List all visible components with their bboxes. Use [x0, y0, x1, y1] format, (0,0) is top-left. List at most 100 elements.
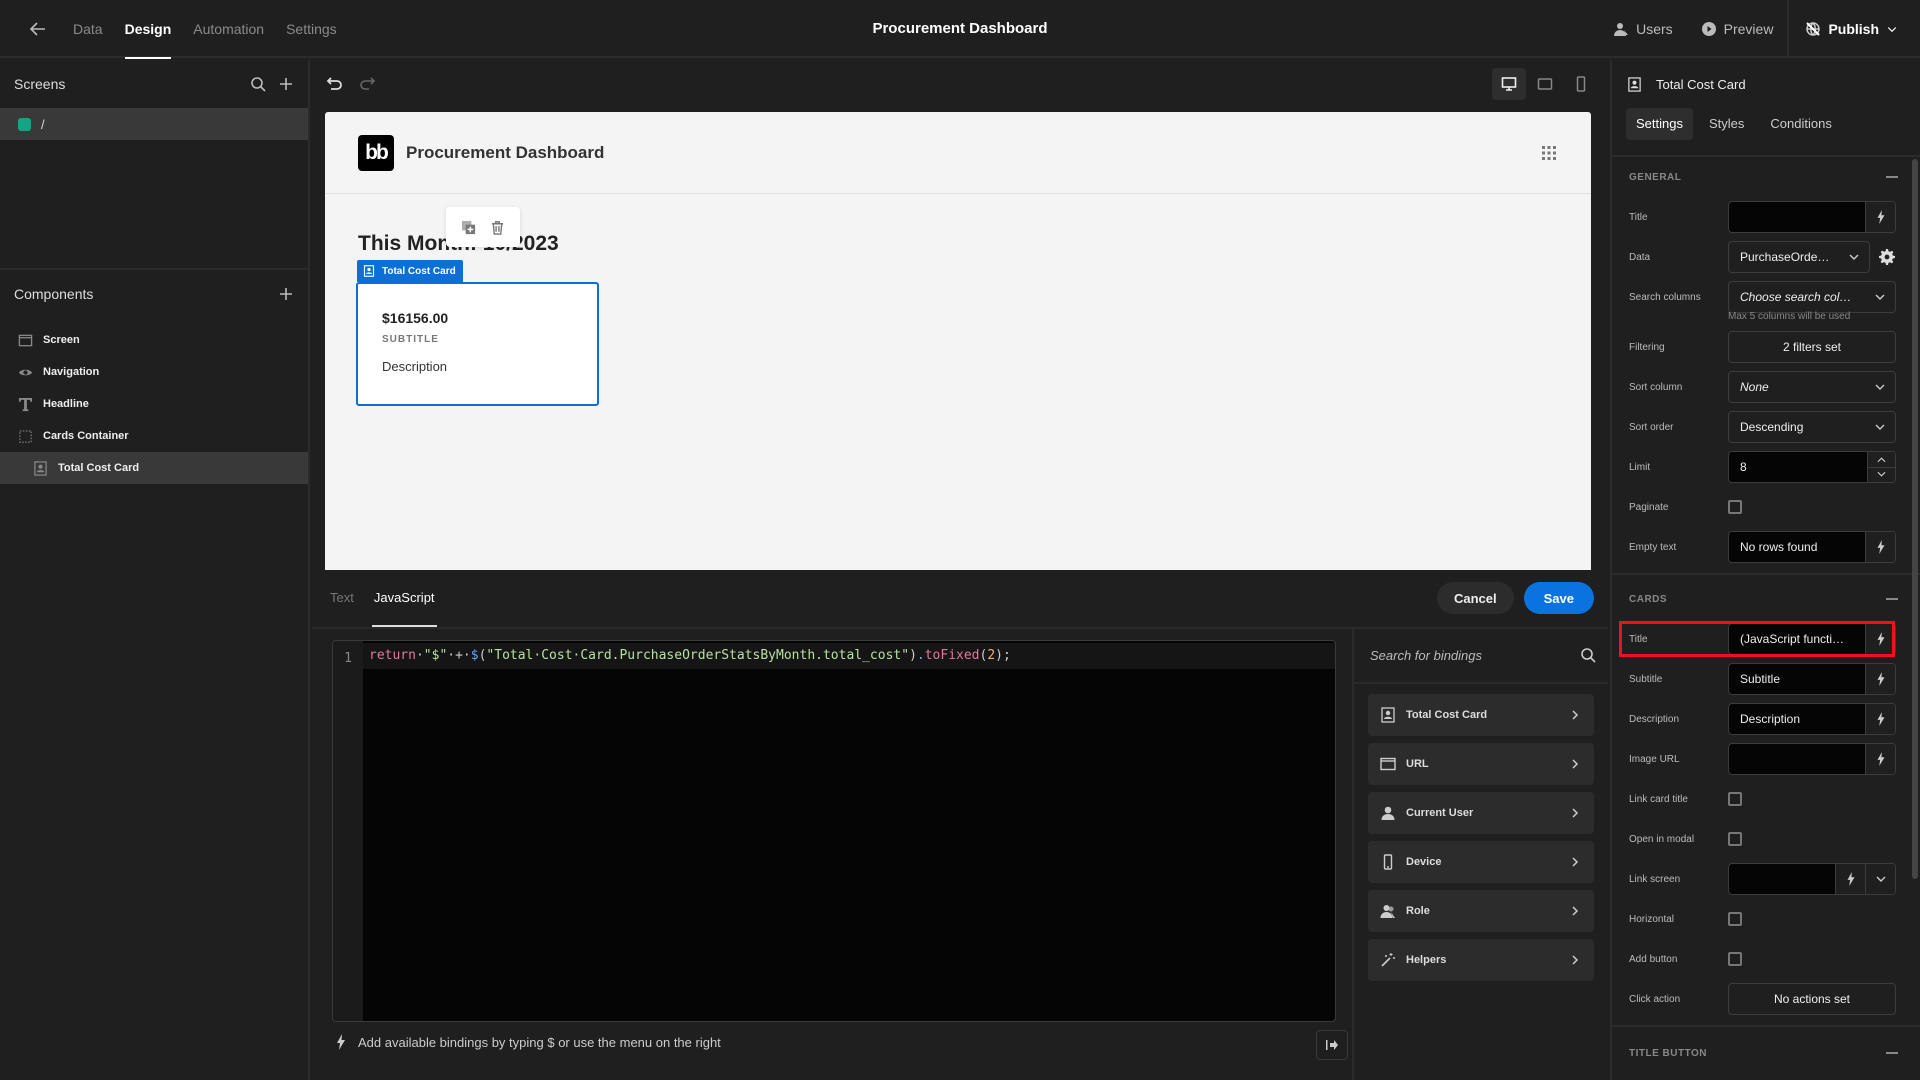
tab-design[interactable]: Design — [114, 0, 183, 59]
binding-category-helpers[interactable]: Helpers — [1368, 939, 1594, 981]
general-section-header[interactable]: GENERAL — [1612, 157, 1920, 197]
tab-styles[interactable]: Styles — [1699, 108, 1754, 140]
paginate-checkbox[interactable] — [1728, 500, 1742, 514]
users-button[interactable]: Users — [1599, 21, 1687, 37]
scrollbar[interactable] — [1912, 159, 1918, 879]
open-in-modal-checkbox[interactable] — [1728, 832, 1742, 846]
field-label: Add button — [1629, 953, 1678, 965]
cards-section-header[interactable]: CARDS — [1612, 579, 1920, 619]
sort-column-select[interactable]: None — [1728, 371, 1896, 403]
card-title-input[interactable]: (JavaScript functi… — [1728, 623, 1896, 655]
undo-icon[interactable] — [326, 75, 344, 93]
add-button-checkbox[interactable] — [1728, 952, 1742, 966]
code-editor[interactable]: 1 return·"$"·+·$("Total·Cost·Card.Purcha… — [332, 640, 1336, 1022]
total-cost-card[interactable]: $16156.00 SUBTITLE Description — [356, 282, 599, 406]
collapse-icon[interactable] — [1886, 598, 1898, 600]
binding-category-current-user[interactable]: Current User — [1368, 792, 1594, 834]
binding-category-device[interactable]: Device — [1368, 841, 1594, 883]
limit-stepper[interactable] — [1867, 452, 1895, 482]
search-icon[interactable] — [250, 76, 266, 92]
data-select[interactable]: PurchaseOrde… — [1728, 241, 1870, 273]
lightning-icon — [1877, 712, 1884, 726]
duplicate-icon[interactable] — [461, 220, 476, 235]
component-headline[interactable]: Headline — [0, 388, 308, 420]
field-label: Data — [1629, 251, 1651, 263]
setting-card-description: Description Description — [1612, 699, 1920, 739]
binding-button[interactable] — [1865, 624, 1895, 654]
screens-heading: Screens — [14, 76, 66, 92]
empty-text-input[interactable]: No rows found — [1728, 531, 1896, 563]
add-screen-icon[interactable] — [278, 76, 294, 92]
binding-button[interactable] — [1865, 704, 1895, 734]
chevron-right-icon — [1572, 955, 1579, 965]
preview-button[interactable]: Preview — [1687, 21, 1788, 37]
title-input[interactable] — [1728, 201, 1896, 233]
bindings-search-input[interactable] — [1370, 647, 1560, 663]
collapse-icon[interactable] — [1886, 176, 1898, 178]
screen-item[interactable]: / — [0, 108, 308, 140]
filtering-button[interactable]: 2 filters set — [1728, 331, 1896, 363]
mobile-view-button[interactable] — [1564, 68, 1598, 100]
tab-settings-panel[interactable]: Settings — [1626, 108, 1693, 140]
increment-button[interactable] — [1868, 452, 1895, 467]
lightning-icon — [1877, 540, 1884, 554]
cancel-button[interactable]: Cancel — [1436, 582, 1514, 614]
sort-order-select[interactable]: Descending — [1728, 411, 1896, 443]
tablet-icon — [1537, 78, 1553, 90]
field-placeholder: Choose search col… — [1740, 290, 1852, 304]
gear-icon[interactable] — [1879, 249, 1895, 265]
tablet-view-button[interactable] — [1528, 68, 1562, 100]
code-token: ·+· — [447, 648, 471, 663]
component-total-cost-card[interactable]: Total Cost Card — [0, 452, 308, 484]
click-action-button[interactable]: No actions set — [1728, 983, 1896, 1015]
binding-button[interactable] — [1865, 202, 1895, 232]
component-cards-container[interactable]: Cards Container — [0, 420, 308, 452]
back-arrow-icon[interactable] — [28, 19, 48, 39]
binding-button[interactable] — [1865, 532, 1895, 562]
card-subtitle-input[interactable]: Subtitle — [1728, 663, 1896, 695]
title-button-section-header[interactable]: TITLE BUTTON — [1612, 1027, 1920, 1059]
horizontal-checkbox[interactable] — [1728, 912, 1742, 926]
publish-button[interactable]: Publish — [1787, 0, 1920, 58]
redo-icon[interactable] — [358, 75, 376, 93]
browser-icon — [1380, 757, 1396, 771]
code-token: . — [916, 648, 925, 663]
binding-category-total-cost-card[interactable]: Total Cost Card — [1368, 694, 1594, 736]
components-section: Components Screen Navigation Headline Ca… — [0, 268, 308, 484]
binding-button[interactable] — [1865, 744, 1895, 774]
tab-javascript[interactable]: JavaScript — [371, 570, 437, 627]
link-card-title-checkbox[interactable] — [1728, 792, 1742, 806]
code-line[interactable]: return·"$"·+·$("Total·Cost·Card.Purchase… — [363, 643, 1335, 669]
desktop-view-button[interactable] — [1492, 68, 1526, 100]
binding-category-role[interactable]: Role — [1368, 890, 1594, 932]
binding-button[interactable] — [1865, 664, 1895, 694]
component-navigation[interactable]: Navigation — [0, 356, 308, 388]
tab-data[interactable]: Data — [62, 0, 114, 58]
tab-automation[interactable]: Automation — [182, 0, 275, 58]
binding-button[interactable] — [1835, 864, 1865, 894]
limit-input[interactable]: 8 — [1728, 451, 1896, 483]
binding-category-url[interactable]: URL — [1368, 743, 1594, 785]
trash-icon[interactable] — [490, 220, 505, 235]
preview-navigation[interactable]: bb Procurement Dashboard — [325, 112, 1591, 194]
search-icon[interactable] — [1580, 647, 1596, 663]
binding-label: Total Cost Card — [1406, 709, 1488, 721]
binding-editor: Text JavaScript Cancel Save 1 return·"$"… — [312, 570, 1608, 1080]
link-screen-input[interactable] — [1728, 863, 1896, 895]
tab-text[interactable]: Text — [330, 570, 354, 626]
tab-settings[interactable]: Settings — [275, 0, 348, 58]
dropdown-button[interactable] — [1865, 864, 1895, 894]
toggle-bindings-panel-button[interactable] — [1316, 1030, 1348, 1060]
card-description-input[interactable]: Description — [1728, 703, 1896, 735]
tab-conditions[interactable]: Conditions — [1760, 108, 1841, 140]
save-button[interactable]: Save — [1523, 582, 1594, 614]
search-columns-select[interactable]: Choose search col… — [1728, 281, 1896, 313]
decrement-button[interactable] — [1868, 466, 1895, 483]
image-url-input[interactable] — [1728, 743, 1896, 775]
collapse-icon[interactable] — [1886, 1052, 1898, 1054]
grid-menu-icon[interactable] — [1541, 145, 1557, 161]
component-screen[interactable]: Screen — [0, 324, 308, 356]
divider — [1612, 573, 1920, 575]
screen-route: / — [41, 116, 45, 132]
add-component-icon[interactable] — [278, 286, 294, 302]
